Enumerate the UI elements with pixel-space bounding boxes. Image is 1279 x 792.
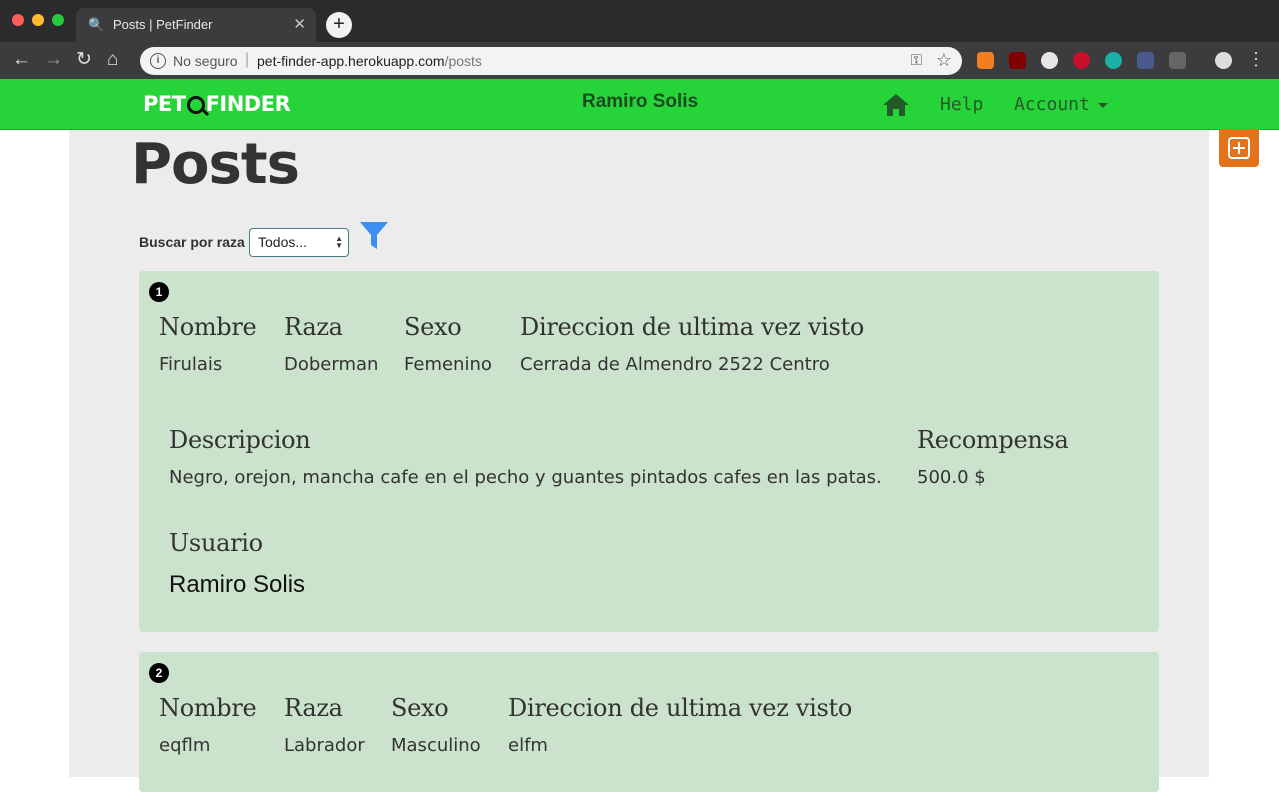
browser-toolbar: ← → ↻ ⌂ i No seguro | pet-finder-app.her…	[0, 42, 1279, 79]
browser-tab-bar: 🔍 Posts | PetFinder ✕ +	[0, 0, 1279, 42]
post-user-name: Ramiro Solis	[169, 571, 306, 598]
url-path: /posts	[444, 53, 482, 69]
reward-amount: 500.0 $	[917, 467, 986, 488]
browser-menu-icon[interactable]: ⋮	[1247, 50, 1265, 68]
plus-square-icon	[1228, 137, 1250, 159]
logo-text-finder: FINDER	[205, 92, 291, 116]
tab-title: Posts | PetFinder	[113, 17, 213, 32]
breed-filter-select[interactable]: Todos... ▲ ▼	[249, 228, 349, 257]
info-icon[interactable]: i	[150, 53, 166, 69]
description-header: Descripcion	[169, 426, 311, 454]
pet-description: Negro, orejon, mancha cafe en el pecho y…	[169, 467, 882, 488]
pet-sex: Masculino	[391, 735, 481, 756]
name-header: Nombre	[159, 694, 257, 722]
address-header: Direccion de ultima vez visto	[508, 694, 853, 722]
forward-arrow-icon[interactable]: →	[44, 49, 63, 71]
reward-header: Recompensa	[917, 426, 1069, 454]
new-tab-button[interactable]: +	[326, 12, 352, 38]
extension-grid-icon[interactable]	[1169, 52, 1186, 69]
url-domain: pet-finder-app.herokuapp.com	[257, 53, 445, 69]
extension-red-icon[interactable]	[1073, 52, 1090, 69]
breed-filter-label: Buscar por raza	[139, 234, 245, 250]
select-arrows-icon: ▲ ▼	[335, 234, 343, 250]
reload-icon[interactable]: ↻	[76, 49, 92, 71]
last-seen-address: Cerrada de Almendro 2522 Centro	[520, 354, 830, 375]
extension-ublock-icon[interactable]	[1009, 52, 1026, 69]
window-zoom-button[interactable]	[52, 14, 64, 26]
magnifier-logo-icon	[186, 96, 205, 114]
breed-header: Raza	[284, 694, 343, 722]
url-text[interactable]: pet-finder-app.herokuapp.com/posts	[257, 53, 482, 69]
extension-chart-icon[interactable]	[977, 52, 994, 69]
last-seen-address: elfm	[508, 735, 548, 756]
caret-down-icon	[1097, 102, 1108, 108]
navbar-user-name: Ramiro Solis	[582, 91, 699, 112]
petfinder-logo[interactable]: PET FINDER	[143, 92, 291, 116]
sex-header: Sexo	[391, 694, 449, 722]
url-separator: |	[245, 51, 250, 68]
logo-text-pet: PET	[143, 92, 186, 116]
key-icon[interactable]: ⚿	[911, 52, 922, 69]
browser-tab[interactable]: 🔍 Posts | PetFinder ✕	[76, 8, 316, 42]
user-header: Usuario	[169, 529, 263, 557]
post-number-badge: 1	[149, 282, 169, 302]
breed-filter-value: Todos...	[258, 234, 308, 250]
page-title: Posts	[131, 132, 300, 197]
magnifier-favicon-icon: 🔍	[88, 17, 105, 32]
nav-account-dropdown[interactable]: Account	[1014, 94, 1108, 115]
add-post-button[interactable]	[1219, 129, 1259, 167]
address-header: Direccion de ultima vez visto	[520, 313, 865, 341]
pet-breed: Doberman	[284, 354, 379, 375]
security-status: No seguro	[173, 53, 238, 69]
name-header: Nombre	[159, 313, 257, 341]
bookmark-star-icon[interactable]: ☆	[936, 50, 952, 71]
post-number-badge: 2	[149, 663, 169, 683]
address-bar[interactable]: i No seguro | pet-finder-app.herokuapp.c…	[140, 47, 962, 75]
filter-funnel-icon[interactable]	[359, 221, 389, 251]
tab-close-icon[interactable]: ✕	[293, 15, 306, 33]
nav-account-label: Account	[1014, 94, 1090, 115]
window-minimize-button[interactable]	[32, 14, 44, 26]
extension-circle-icon[interactable]	[1041, 52, 1058, 69]
post-card: 1 Nombre Firulais Raza Doberman Sexo Fem…	[139, 271, 1159, 632]
back-arrow-icon[interactable]: ←	[12, 49, 31, 71]
site-navbar: PET FINDER Ramiro Solis Help Account	[0, 79, 1279, 130]
post-card: 2 Nombre eqflm Raza Labrador Sexo Mascul…	[139, 652, 1159, 792]
extension-u-icon[interactable]	[1137, 52, 1154, 69]
pet-name: eqflm	[159, 735, 211, 756]
pet-sex: Femenino	[404, 354, 492, 375]
profile-avatar-icon[interactable]	[1215, 52, 1232, 69]
nav-help-link[interactable]: Help	[940, 94, 983, 115]
extension-m-icon[interactable]	[1105, 52, 1122, 69]
breed-header: Raza	[284, 313, 343, 341]
sex-header: Sexo	[404, 313, 462, 341]
home-button-icon[interactable]: ⌂	[107, 49, 118, 71]
window-close-button[interactable]	[12, 14, 24, 26]
pet-name: Firulais	[159, 354, 223, 375]
pet-breed: Labrador	[284, 735, 365, 756]
home-icon[interactable]	[882, 93, 910, 117]
